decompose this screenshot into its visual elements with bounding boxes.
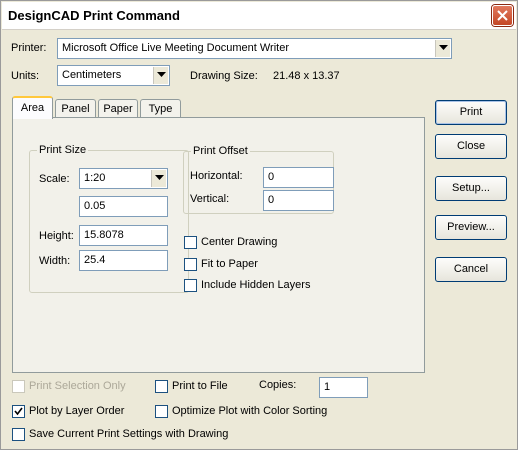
optimize-plot-checkbox[interactable] bbox=[155, 405, 168, 418]
drawing-size-label: Drawing Size: bbox=[190, 70, 258, 82]
save-settings-checkbox[interactable] bbox=[12, 428, 25, 441]
print-selection-only-checkbox[interactable] bbox=[12, 380, 25, 393]
setup-button[interactable]: Setup... bbox=[435, 176, 507, 201]
height-label: Height: bbox=[39, 230, 74, 242]
copies-label: Copies: bbox=[259, 379, 297, 391]
scale-select[interactable]: 1:20 bbox=[79, 168, 168, 189]
print-button[interactable]: Print bbox=[435, 100, 507, 125]
print-size-title: Print Size bbox=[37, 144, 89, 156]
print-to-file-label: Print to File bbox=[172, 380, 228, 392]
include-hidden-layers-label: Include Hidden Layers bbox=[201, 279, 311, 291]
tab-type[interactable]: Type bbox=[140, 99, 181, 119]
drawing-size-value: 21.48 x 13.37 bbox=[273, 70, 340, 82]
units-label: Units: bbox=[11, 70, 40, 82]
close-button[interactable]: Close bbox=[435, 134, 507, 159]
printer-label: Printer: bbox=[11, 42, 47, 54]
print-dialog: DesignCAD Print Command Printer: Microso… bbox=[0, 0, 518, 450]
close-icon bbox=[497, 10, 508, 21]
printer-select-value: Microsoft Office Live Meeting Document W… bbox=[62, 42, 290, 54]
tab-panel[interactable]: Panel bbox=[55, 99, 96, 119]
fit-to-paper-label: Fit to Paper bbox=[201, 258, 258, 270]
chevron-down-icon bbox=[155, 175, 164, 180]
scale-ratio-field[interactable]: 0.05 bbox=[79, 196, 168, 217]
close-window-button[interactable] bbox=[492, 5, 513, 26]
include-hidden-layers-checkbox[interactable] bbox=[184, 279, 197, 292]
tab-area[interactable]: Area bbox=[12, 96, 53, 119]
fit-to-paper-checkbox[interactable] bbox=[184, 258, 197, 271]
scale-dropdown-button[interactable] bbox=[151, 170, 166, 187]
print-selection-only-label: Print Selection Only bbox=[29, 380, 126, 392]
units-dropdown-button[interactable] bbox=[153, 67, 168, 84]
horizontal-offset-field[interactable]: 0 bbox=[263, 167, 334, 188]
vertical-label: Vertical: bbox=[190, 193, 230, 205]
width-label: Width: bbox=[39, 255, 71, 267]
copies-field[interactable]: 1 bbox=[319, 377, 368, 398]
tab-panel-area: Print Size Scale: 1:20 0.05 Height: 15.8… bbox=[12, 117, 425, 373]
chevron-down-icon bbox=[439, 45, 448, 50]
plot-by-layer-order-checkbox[interactable] bbox=[12, 405, 25, 418]
units-select-value: Centimeters bbox=[62, 69, 122, 81]
print-offset-group: Print Offset Horizontal: 0 Vertical: 0 bbox=[183, 145, 334, 214]
center-drawing-checkbox[interactable] bbox=[184, 236, 197, 249]
scale-label: Scale: bbox=[39, 173, 70, 185]
optimize-plot-label: Optimize Plot with Color Sorting bbox=[172, 405, 328, 417]
units-select[interactable]: Centimeters bbox=[57, 65, 170, 86]
preview-button[interactable]: Preview... bbox=[435, 215, 507, 240]
print-size-group: Print Size Scale: 1:20 0.05 Height: 15.8… bbox=[29, 144, 189, 293]
horizontal-label: Horizontal: bbox=[190, 170, 243, 182]
print-to-file-checkbox[interactable] bbox=[155, 380, 168, 393]
title-bar[interactable]: DesignCAD Print Command bbox=[2, 2, 516, 30]
tab-paper[interactable]: Paper bbox=[98, 99, 138, 119]
printer-select[interactable]: Microsoft Office Live Meeting Document W… bbox=[57, 38, 452, 59]
center-drawing-label: Center Drawing bbox=[201, 236, 278, 248]
height-field[interactable]: 15.8078 bbox=[79, 225, 168, 246]
plot-by-layer-order-label: Plot by Layer Order bbox=[29, 405, 125, 417]
chevron-down-icon bbox=[157, 72, 166, 77]
vertical-offset-field[interactable]: 0 bbox=[263, 190, 334, 211]
checkmark-icon bbox=[14, 407, 23, 416]
window-title: DesignCAD Print Command bbox=[8, 8, 180, 23]
printer-dropdown-button[interactable] bbox=[435, 40, 450, 57]
scale-select-value: 1:20 bbox=[84, 172, 106, 184]
save-settings-label: Save Current Print Settings with Drawing bbox=[29, 428, 229, 440]
width-field[interactable]: 25.4 bbox=[79, 250, 168, 271]
print-offset-title: Print Offset bbox=[191, 145, 250, 157]
cancel-button[interactable]: Cancel bbox=[435, 257, 507, 282]
